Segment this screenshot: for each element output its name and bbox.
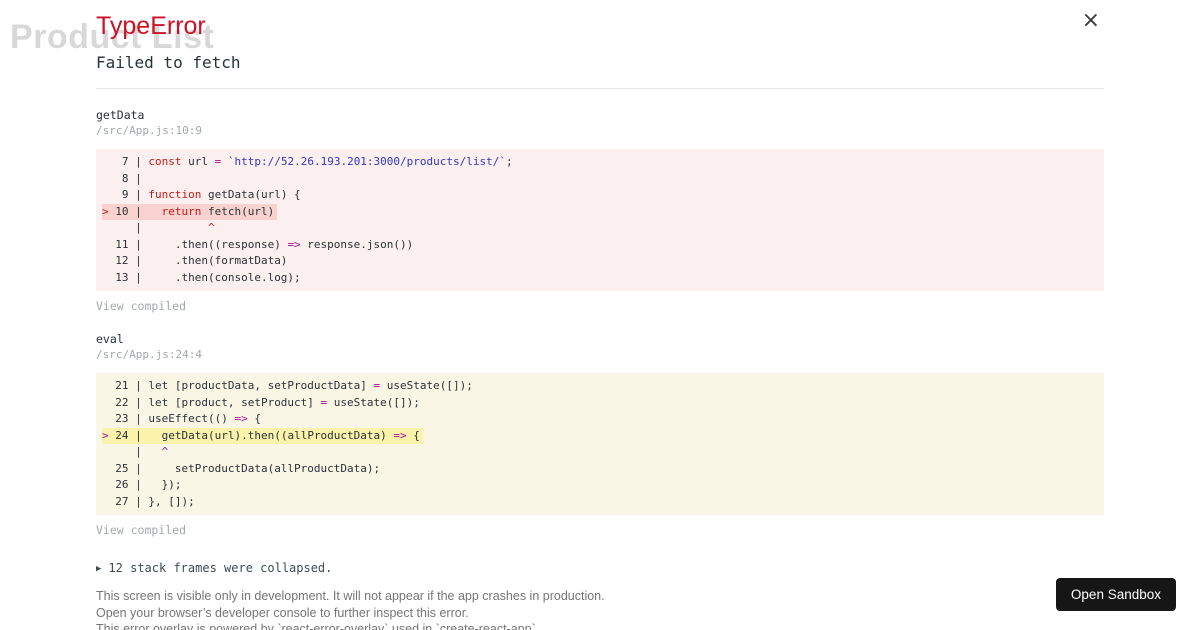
code-frame: 7 | const url = `http://52.26.193.201:30…	[96, 149, 1104, 291]
code-lines: 7 | const url = `http://52.26.193.201:30…	[102, 154, 1098, 286]
error-message: Failed to fetch	[96, 53, 241, 72]
code-line: > 10 | return fetch(url)	[102, 203, 1098, 220]
code-line: 26 | });	[102, 478, 182, 491]
dev-note-line: This screen is visible only in developme…	[96, 589, 605, 603]
error-overlay-content: × TypeError Failed to fetch getData /src…	[96, 0, 1104, 630]
code-line: 21 | let [productData, setProductData] =…	[102, 379, 473, 392]
code-frame: 21 | let [productData, setProductData] =…	[96, 373, 1104, 515]
code-line: 22 | let [product, setProduct] = useStat…	[102, 395, 420, 409]
code-line: 7 | const url = `http://52.26.193.201:30…	[102, 155, 513, 168]
dev-note-line: This error overlay is powered by `react-…	[96, 622, 540, 630]
frame-function-name: eval	[96, 332, 124, 346]
dev-note-line: Open your browser’s developer console to…	[96, 605, 469, 620]
error-overlay: × TypeError Failed to fetch getData /src…	[0, 0, 1200, 630]
open-sandbox-button[interactable]: Open Sandbox	[1055, 578, 1176, 611]
stack-frame-getdata: getData /src/App.js:10:9 7 | const url =…	[96, 109, 1104, 315]
code-lines: 21 | let [productData, setProductData] =…	[102, 378, 1098, 510]
error-type-heading: TypeError	[96, 12, 206, 40]
code-line: 9 | function getData(url) {	[102, 188, 301, 201]
code-line: > 24 | getData(url).then((allProductData…	[102, 427, 1098, 444]
code-line: 13 | .then(console.log);	[102, 270, 301, 284]
frame-source-location: /src/App.js:10:9	[96, 124, 202, 137]
code-line: 11 | .then((response) => response.json()…	[102, 237, 414, 251]
collapsed-frames-toggle[interactable]: ▶ 12 stack frames were collapsed.	[96, 561, 1104, 576]
code-line: 27 | }, []);	[102, 494, 195, 508]
code-line: 23 | useEffect(() => {	[102, 412, 261, 425]
code-line: | ^	[102, 445, 169, 458]
view-compiled-link[interactable]: View compiled	[96, 300, 186, 313]
code-line: 12 | .then(formatData)	[102, 254, 288, 267]
code-line: | ^	[102, 221, 215, 234]
expand-arrow-icon: ▶	[96, 564, 102, 574]
dev-note: This screen is visible only in developme…	[96, 588, 1104, 630]
stack-frame-eval: eval /src/App.js:24:4 21 | let [productD…	[96, 333, 1104, 539]
divider	[96, 88, 1104, 89]
frame-source-location: /src/App.js:24:4	[96, 348, 202, 361]
collapsed-frames-label: 12 stack frames were collapsed.	[108, 561, 333, 575]
close-icon[interactable]: ×	[1082, 10, 1100, 32]
frame-function-name: getData	[96, 108, 145, 122]
view-compiled-link[interactable]: View compiled	[96, 524, 186, 537]
code-line: 8 |	[102, 171, 149, 185]
code-line: 25 | setProductData(allProductData);	[102, 461, 381, 475]
